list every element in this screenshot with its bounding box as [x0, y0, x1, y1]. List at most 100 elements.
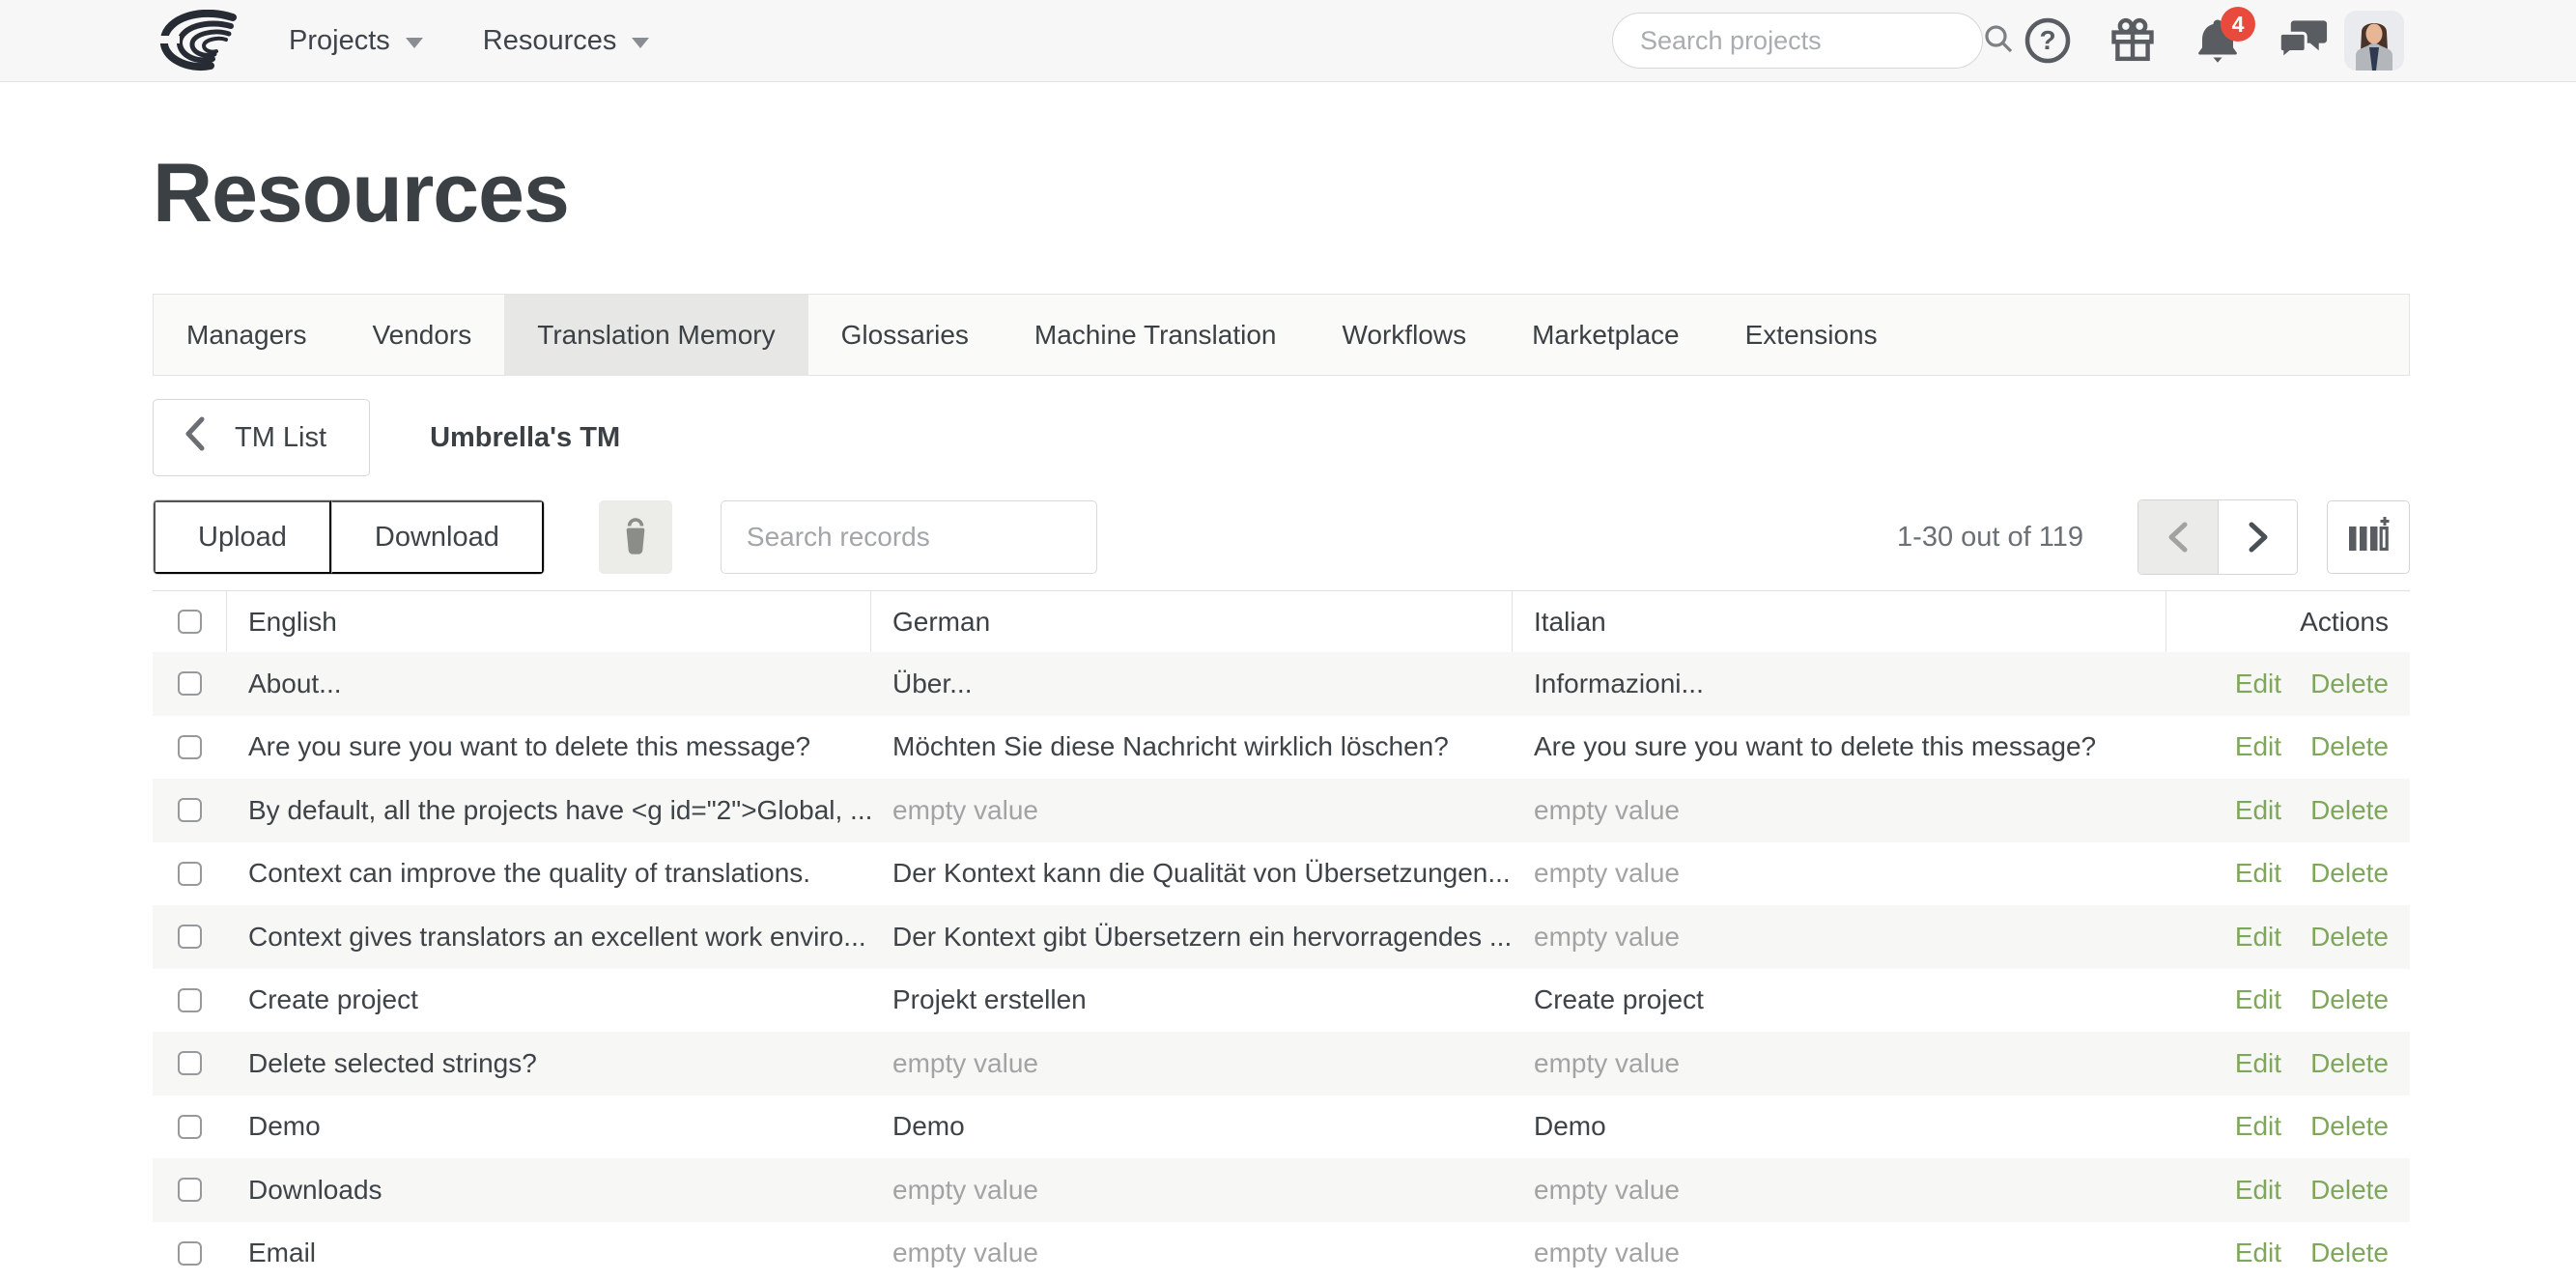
edit-link[interactable]: Edit	[2235, 1111, 2281, 1142]
delete-link[interactable]: Delete	[2310, 1048, 2389, 1079]
edit-link[interactable]: Edit	[2235, 731, 2281, 762]
row-checkbox[interactable]	[178, 798, 202, 822]
back-to-tm-list-button[interactable]: TM List	[153, 399, 370, 476]
manage-columns-button[interactable]	[2327, 500, 2410, 574]
page-title: Resources	[153, 146, 2410, 242]
delete-link[interactable]: Delete	[2310, 669, 2389, 699]
row-actions: Edit Delete	[2166, 652, 2410, 716]
record-text: Der Kontext gibt Übersetzern ein hervorr…	[871, 905, 1513, 969]
tab-extensions[interactable]: Extensions	[1713, 295, 1911, 375]
nav-resources-label: Resources	[483, 25, 617, 57]
back-button-label: TM List	[235, 422, 326, 454]
row-checkbox-cell	[153, 969, 227, 1033]
chat-icon[interactable]	[2275, 13, 2331, 69]
row-checkbox[interactable]	[178, 671, 202, 696]
row-checkbox[interactable]	[178, 1241, 202, 1266]
tm-name: Umbrella's TM	[430, 422, 620, 454]
table-row: Delete selected strings?empty valueempty…	[153, 1032, 2410, 1096]
delete-selected-button[interactable]	[599, 500, 672, 574]
edit-link[interactable]: Edit	[2235, 984, 2281, 1015]
breadcrumb: TM List Umbrella's TM	[153, 399, 2410, 476]
nav-projects-menu[interactable]: Projects	[289, 25, 423, 57]
delete-link[interactable]: Delete	[2310, 922, 2389, 953]
projects-search-input[interactable]	[1640, 26, 1982, 56]
tab-translation-memory[interactable]: Translation Memory	[504, 295, 807, 375]
records-search-input[interactable]	[721, 500, 1097, 574]
upload-button[interactable]: Upload	[154, 500, 331, 574]
edit-link[interactable]: Edit	[2235, 858, 2281, 889]
record-empty-value: empty value	[1513, 842, 2166, 906]
row-checkbox[interactable]	[178, 925, 202, 949]
record-text: By default, all the projects have <g id=…	[227, 779, 871, 842]
download-button[interactable]: Download	[331, 500, 544, 574]
edit-link[interactable]: Edit	[2235, 1238, 2281, 1268]
empty-value-placeholder: empty value	[892, 1175, 1038, 1206]
column-header-german: German	[871, 591, 1513, 652]
table-row: Create projectProjekt erstellenCreate pr…	[153, 969, 2410, 1033]
delete-link[interactable]: Delete	[2310, 858, 2389, 889]
edit-link[interactable]: Edit	[2235, 669, 2281, 699]
table-row: Are you sure you want to delete this mes…	[153, 716, 2410, 780]
empty-value-placeholder: empty value	[892, 1048, 1038, 1079]
tab-workflows[interactable]: Workflows	[1309, 295, 1499, 375]
record-empty-value: empty value	[871, 1032, 1513, 1096]
table-row: About...Über...Informazioni...EditDelete	[153, 652, 2410, 716]
record-text: Are you sure you want to delete this mes…	[1513, 716, 2166, 780]
help-icon[interactable]: ?	[2020, 13, 2076, 69]
chevron-down-icon	[406, 38, 423, 48]
row-checkbox[interactable]	[178, 988, 202, 1012]
tab-managers[interactable]: Managers	[154, 295, 340, 375]
row-checkbox[interactable]	[178, 862, 202, 886]
app-logo-icon[interactable]	[150, 10, 252, 71]
row-checkbox[interactable]	[178, 1051, 202, 1075]
columns-icon	[2346, 517, 2391, 558]
next-page-button[interactable]	[2218, 500, 2297, 574]
chevron-left-icon	[184, 416, 206, 459]
tab-marketplace[interactable]: Marketplace	[1499, 295, 1713, 375]
nav-resources-menu[interactable]: Resources	[483, 25, 650, 57]
table-row: Emailempty valueempty valueEditDelete	[153, 1222, 2410, 1281]
row-checkbox[interactable]	[178, 1178, 202, 1202]
tab-vendors[interactable]: Vendors	[340, 295, 505, 375]
pager	[2137, 499, 2298, 575]
record-text: Der Kontext kann die Qualität von Überse…	[871, 842, 1513, 906]
row-checkbox[interactable]	[178, 1115, 202, 1139]
row-checkbox-cell	[153, 652, 227, 716]
delete-link[interactable]: Delete	[2310, 731, 2389, 762]
chevron-down-icon	[632, 38, 649, 48]
delete-link[interactable]: Delete	[2310, 1238, 2389, 1268]
record-empty-value: empty value	[871, 1158, 1513, 1222]
table-row: Context can improve the quality of trans…	[153, 842, 2410, 906]
tab-glossaries[interactable]: Glossaries	[808, 295, 1002, 375]
edit-link[interactable]: Edit	[2235, 922, 2281, 953]
user-avatar[interactable]	[2344, 11, 2404, 71]
row-checkbox-cell	[153, 1096, 227, 1159]
record-empty-value: empty value	[1513, 779, 2166, 842]
row-actions: Edit Delete	[2166, 842, 2410, 906]
gift-icon[interactable]	[2105, 13, 2161, 69]
nav-projects-label: Projects	[289, 25, 390, 57]
prev-page-button[interactable]	[2138, 500, 2218, 574]
bell-icon[interactable]: 4	[2190, 13, 2246, 69]
delete-link[interactable]: Delete	[2310, 984, 2389, 1015]
delete-link[interactable]: Delete	[2310, 1175, 2389, 1206]
delete-link[interactable]: Delete	[2310, 1111, 2389, 1142]
top-navigation: Projects Resources	[289, 25, 649, 57]
column-header-actions: Actions	[2166, 591, 2410, 652]
top-bar: Projects Resources ?	[0, 0, 2576, 82]
table-row: Context gives translators an excellent w…	[153, 905, 2410, 969]
edit-link[interactable]: Edit	[2235, 795, 2281, 826]
record-text: Demo	[871, 1096, 1513, 1159]
empty-value-placeholder: empty value	[892, 795, 1038, 826]
edit-link[interactable]: Edit	[2235, 1175, 2281, 1206]
tab-machine-translation[interactable]: Machine Translation	[1002, 295, 1310, 375]
record-empty-value: empty value	[871, 1222, 1513, 1281]
select-all-checkbox[interactable]	[178, 610, 202, 634]
delete-link[interactable]: Delete	[2310, 795, 2389, 826]
edit-link[interactable]: Edit	[2235, 1048, 2281, 1079]
record-text: Create project	[1513, 969, 2166, 1033]
search-icon[interactable]	[1982, 22, 2015, 60]
table-row: By default, all the projects have <g id=…	[153, 779, 2410, 842]
svg-text:?: ?	[2039, 25, 2055, 55]
row-checkbox[interactable]	[178, 735, 202, 759]
